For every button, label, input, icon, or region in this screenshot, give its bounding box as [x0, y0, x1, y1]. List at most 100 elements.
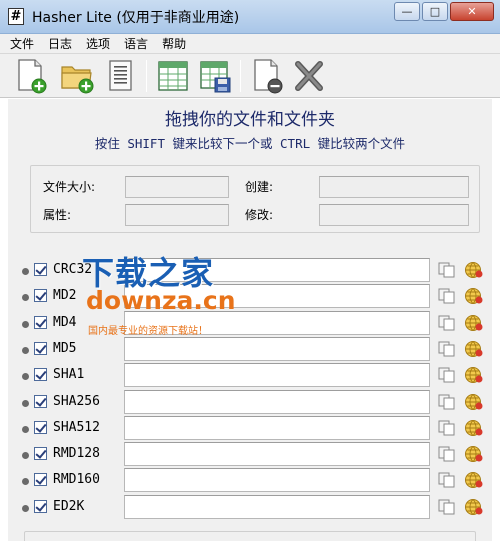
toolbar: [0, 54, 500, 98]
created-field: [319, 176, 469, 198]
web-lookup-icon[interactable]: [464, 419, 484, 437]
web-lookup-icon[interactable]: [464, 445, 484, 463]
close-button[interactable]: ✕: [450, 2, 494, 21]
drop-heading: 拖拽你的文件和文件夹: [165, 110, 335, 130]
hash-checkbox-sha256[interactable]: [34, 394, 47, 408]
copy-icon[interactable]: [438, 472, 456, 488]
attributes-field: [125, 204, 229, 226]
bottom-panel-edge: [24, 531, 476, 541]
hash-checkbox-rmd160[interactable]: [34, 473, 47, 487]
hash-value-field[interactable]: [124, 363, 430, 388]
file-size-field: [125, 176, 229, 198]
menu-help[interactable]: 帮助: [162, 35, 186, 52]
table-save-icon[interactable]: [198, 58, 232, 94]
hash-label: RMD160: [53, 472, 100, 488]
hash-checkbox-md2[interactable]: [34, 289, 47, 303]
file-info-box: 文件大小: 属性: 创建: 修改:: [30, 165, 480, 233]
minimize-button[interactable]: —: [394, 2, 420, 21]
hash-label: SHA1: [53, 367, 85, 383]
hash-checkbox-crc32[interactable]: [34, 263, 47, 276]
web-lookup-icon[interactable]: [464, 471, 484, 489]
menu-options[interactable]: 选项: [86, 35, 110, 52]
modified-field: [319, 204, 469, 226]
status-dot: [22, 320, 29, 328]
attributes-label: 属性:: [43, 208, 72, 222]
menu-file[interactable]: 文件: [10, 35, 34, 52]
hash-row-rmd160: RMD160: [22, 468, 492, 494]
title-bar: # Hasher Lite (仅用于非商业用途) — □ ✕: [0, 0, 500, 34]
copy-icon[interactable]: [438, 394, 456, 410]
status-dot: [22, 478, 29, 486]
hash-value-field[interactable]: [124, 442, 430, 467]
table-icon[interactable]: [156, 58, 190, 94]
copy-icon[interactable]: [438, 367, 456, 383]
hash-value-field[interactable]: [124, 494, 430, 519]
hash-checkbox-sha512[interactable]: [34, 420, 47, 434]
status-dot: [22, 399, 29, 407]
add-folder-icon[interactable]: [60, 58, 94, 94]
copy-icon[interactable]: [438, 262, 456, 278]
watermark-domain: downza.cn: [86, 286, 236, 315]
status-dot: [22, 504, 29, 512]
web-lookup-icon[interactable]: [464, 498, 484, 516]
hash-row-sha256: SHA256: [22, 389, 492, 416]
copy-icon[interactable]: [438, 446, 456, 462]
hash-checkbox-sha1[interactable]: [34, 368, 47, 382]
web-lookup-icon[interactable]: [464, 393, 484, 411]
hash-checkbox-md5[interactable]: [34, 341, 47, 355]
status-dot: [22, 268, 29, 275]
hash-checkbox-rmd128[interactable]: [34, 447, 47, 461]
hash-value-field[interactable]: [124, 389, 430, 414]
maximize-button[interactable]: □: [422, 2, 448, 21]
close-x-icon[interactable]: [292, 58, 326, 94]
menu-log[interactable]: 日志: [48, 35, 72, 52]
web-lookup-icon[interactable]: [464, 366, 484, 384]
hash-row-ed2k: ED2K: [22, 494, 492, 521]
status-dot: [22, 294, 29, 302]
web-lookup-icon[interactable]: [464, 340, 484, 358]
copy-icon[interactable]: [438, 420, 456, 436]
file-size-label: 文件大小:: [43, 180, 96, 194]
hash-row-rmd128: RMD128: [22, 442, 492, 468]
remove-file-icon[interactable]: [250, 58, 284, 94]
modified-label: 修改:: [245, 208, 274, 222]
hash-value-field[interactable]: [124, 415, 430, 440]
copy-icon[interactable]: [438, 288, 456, 304]
menu-bar: 文件 日志 选项 语言 帮助: [0, 34, 500, 54]
app-icon: #: [8, 8, 24, 25]
status-dot: [22, 373, 29, 381]
copy-icon[interactable]: [438, 499, 456, 515]
hash-label: MD5: [53, 340, 77, 356]
copy-icon[interactable]: [438, 341, 456, 357]
hash-label: SHA512: [53, 419, 100, 435]
copy-icon[interactable]: [438, 315, 456, 331]
hash-row-sha512: SHA512: [22, 415, 492, 442]
hash-label: SHA256: [53, 393, 100, 409]
drop-subheading: 按住 SHIFT 键来比较下一个或 CTRL 键比较两个文件: [94, 136, 406, 151]
status-dot: [22, 452, 29, 460]
web-lookup-icon[interactable]: [464, 261, 484, 279]
web-lookup-icon[interactable]: [464, 314, 484, 332]
hash-row-sha1: SHA1: [22, 363, 492, 389]
window-title: Hasher Lite (仅用于非商业用途): [32, 10, 240, 26]
created-label: 创建:: [245, 180, 274, 194]
status-dot: [22, 425, 29, 433]
hash-value-field[interactable]: [124, 468, 430, 493]
hash-label: MD2: [53, 288, 77, 304]
hash-checkbox-ed2k[interactable]: [34, 499, 47, 513]
hash-label: MD4: [53, 314, 77, 330]
main-panel[interactable]: 拖拽你的文件和文件夹 按住 SHIFT 键来比较下一个或 CTRL 键比较两个文…: [8, 99, 492, 541]
menu-language[interactable]: 语言: [124, 35, 148, 52]
window-controls: — □ ✕: [392, 2, 494, 22]
hash-value-field[interactable]: [124, 336, 430, 361]
web-lookup-icon[interactable]: [464, 287, 484, 305]
hash-row-md5: MD5: [22, 336, 492, 363]
toolbar-separator: [240, 60, 241, 92]
status-dot: [22, 346, 29, 354]
watermark-slogan: 国内最专业的资源下载站！: [88, 326, 208, 337]
hash-checkbox-md4[interactable]: [34, 315, 47, 329]
add-file-icon[interactable]: [14, 58, 48, 94]
text-document-icon[interactable]: [104, 58, 138, 94]
toolbar-separator: [146, 60, 147, 92]
hash-label: ED2K: [53, 498, 85, 514]
